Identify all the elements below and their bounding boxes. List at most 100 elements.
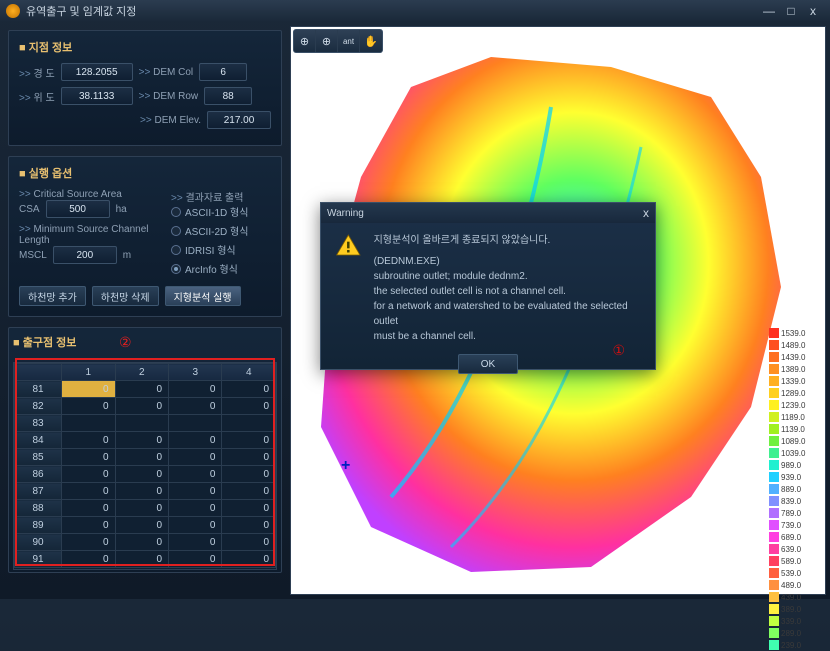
cell[interactable]: 0 xyxy=(169,381,222,398)
del-stream-button[interactable]: 하천망 삭제 xyxy=(92,286,159,306)
cell[interactable]: 0 xyxy=(222,483,276,500)
cell[interactable]: 0 xyxy=(62,483,115,500)
dialog-close-icon[interactable]: x xyxy=(643,206,649,220)
cell[interactable]: 0 xyxy=(62,551,115,568)
legend-row: 1089.0 xyxy=(769,435,821,447)
demelev-input[interactable] xyxy=(207,111,271,129)
row-header[interactable]: 91 xyxy=(15,551,62,568)
table-row[interactable]: 83 xyxy=(15,415,276,432)
cell[interactable]: 0 xyxy=(115,381,168,398)
col-header[interactable]: 1 xyxy=(62,364,115,381)
cell[interactable]: 0 xyxy=(115,534,168,551)
table-row[interactable]: 810000 xyxy=(15,381,276,398)
dialog-titlebar[interactable]: Warning x xyxy=(321,203,655,223)
lon-input[interactable] xyxy=(61,63,133,81)
table-row[interactable]: 820000 xyxy=(15,398,276,415)
table-row[interactable]: 900000 xyxy=(15,534,276,551)
cell[interactable]: 0 xyxy=(115,551,168,568)
cell[interactable]: 0 xyxy=(115,500,168,517)
row-header[interactable]: 89 xyxy=(15,517,62,534)
cell[interactable]: 0 xyxy=(115,517,168,534)
lon-label: 경 도 xyxy=(19,65,55,80)
add-stream-button[interactable]: 하천망 추가 xyxy=(19,286,86,306)
cell[interactable]: 0 xyxy=(115,466,168,483)
cell[interactable]: 0 xyxy=(222,551,276,568)
table-row[interactable]: 840000 xyxy=(15,432,276,449)
row-header[interactable]: 83 xyxy=(15,415,62,432)
outlet-table-wrap[interactable]: 1234 81000082000083840000850000860000870… xyxy=(13,362,277,570)
cell[interactable]: 0 xyxy=(222,466,276,483)
cell[interactable]: 0 xyxy=(169,500,222,517)
cell[interactable]: 0 xyxy=(169,551,222,568)
row-header[interactable]: 86 xyxy=(15,466,62,483)
table-row[interactable]: 850000 xyxy=(15,449,276,466)
cell[interactable]: 0 xyxy=(115,483,168,500)
cell[interactable] xyxy=(169,415,222,432)
cell[interactable]: 0 xyxy=(169,449,222,466)
cell[interactable] xyxy=(62,415,115,432)
cell[interactable]: 0 xyxy=(169,534,222,551)
dialog-ok-button[interactable]: OK xyxy=(458,354,518,374)
cell[interactable]: 0 xyxy=(62,398,115,415)
cell[interactable]: 0 xyxy=(222,432,276,449)
cell[interactable]: 0 xyxy=(62,500,115,517)
col-header[interactable]: 2 xyxy=(115,364,168,381)
maximize-button[interactable]: □ xyxy=(780,3,802,19)
cell[interactable]: 0 xyxy=(222,534,276,551)
run-analysis-button[interactable]: 지형분석 실행 xyxy=(165,286,241,306)
cell[interactable]: 0 xyxy=(169,466,222,483)
identify-icon[interactable]: ant xyxy=(338,30,360,52)
csa-input[interactable] xyxy=(46,200,110,218)
cell[interactable]: 0 xyxy=(62,449,115,466)
table-row[interactable]: 880000 xyxy=(15,500,276,517)
cell[interactable]: 0 xyxy=(222,398,276,415)
outlet-table[interactable]: 1234 81000082000083840000850000860000870… xyxy=(14,363,276,568)
row-header[interactable]: 82 xyxy=(15,398,62,415)
cell[interactable]: 0 xyxy=(222,517,276,534)
cell[interactable]: 0 xyxy=(62,517,115,534)
row-header[interactable]: 81 xyxy=(15,381,62,398)
radio-idrisi[interactable]: IDRISI 형식 xyxy=(171,242,271,257)
cell[interactable]: 0 xyxy=(169,517,222,534)
cell[interactable]: 0 xyxy=(62,432,115,449)
row-header[interactable]: 84 xyxy=(15,432,62,449)
cell[interactable]: 0 xyxy=(222,381,276,398)
cell[interactable]: 0 xyxy=(169,432,222,449)
radio-ascii1d[interactable]: ASCII-1D 형식 xyxy=(171,204,271,219)
table-row[interactable]: 860000 xyxy=(15,466,276,483)
cell[interactable]: 0 xyxy=(169,483,222,500)
table-row[interactable]: 870000 xyxy=(15,483,276,500)
minimize-button[interactable]: — xyxy=(758,3,780,19)
radio-arcinfo[interactable]: ArcInfo 형식 xyxy=(171,261,271,276)
cell[interactable]: 0 xyxy=(62,534,115,551)
cell[interactable]: 0 xyxy=(169,398,222,415)
row-header[interactable]: 88 xyxy=(15,500,62,517)
col-header[interactable] xyxy=(15,364,62,381)
window-title: 유역출구 및 임계값 지정 xyxy=(26,3,136,19)
zoom-in-icon[interactable]: ⊕ xyxy=(316,30,338,52)
pan-icon[interactable]: ✋ xyxy=(360,30,382,52)
zoom-extent-icon[interactable]: ⊕ xyxy=(294,30,316,52)
demcol-input[interactable] xyxy=(199,63,247,81)
cell[interactable] xyxy=(222,415,276,432)
table-row[interactable]: 890000 xyxy=(15,517,276,534)
lat-input[interactable] xyxy=(61,87,133,105)
row-header[interactable]: 90 xyxy=(15,534,62,551)
radio-ascii2d[interactable]: ASCII-2D 형식 xyxy=(171,223,271,238)
row-header[interactable]: 85 xyxy=(15,449,62,466)
mscl-input[interactable] xyxy=(53,246,117,264)
cell[interactable]: 0 xyxy=(115,432,168,449)
demrow-input[interactable] xyxy=(204,87,252,105)
close-button[interactable]: x xyxy=(802,3,824,19)
cell[interactable]: 0 xyxy=(115,449,168,466)
col-header[interactable]: 3 xyxy=(169,364,222,381)
table-row[interactable]: 910000 xyxy=(15,551,276,568)
cell[interactable]: 0 xyxy=(222,449,276,466)
cell[interactable]: 0 xyxy=(62,466,115,483)
cell[interactable]: 0 xyxy=(62,381,115,398)
col-header[interactable]: 4 xyxy=(222,364,276,381)
row-header[interactable]: 87 xyxy=(15,483,62,500)
cell[interactable]: 0 xyxy=(222,500,276,517)
cell[interactable]: 0 xyxy=(115,398,168,415)
cell[interactable] xyxy=(115,415,168,432)
